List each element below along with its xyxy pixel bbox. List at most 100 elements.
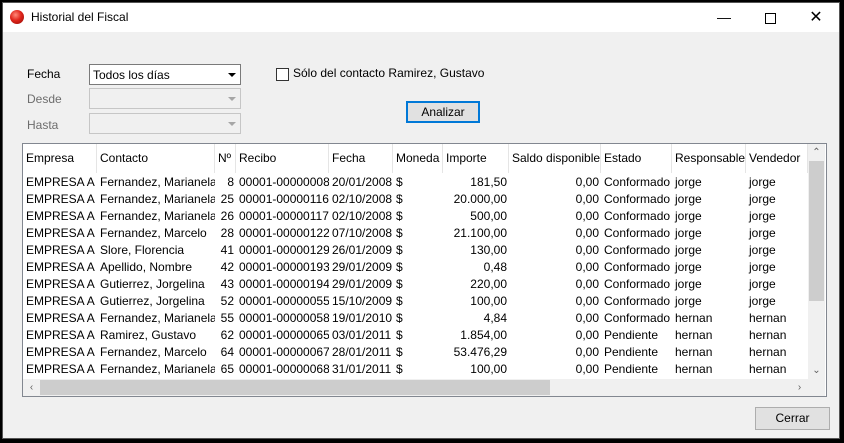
desde-date-picker[interactable] — [89, 88, 241, 109]
cell-moneda: $ — [396, 209, 403, 223]
table-row[interactable]: EMPRESA A Fernandez, Marianela 25 00001-000… — [23, 191, 808, 208]
cell-fecha: 19/01/2010 — [332, 311, 393, 325]
cell-saldo-disponible: 0,00 — [575, 345, 599, 359]
column-header-numero[interactable]: Nº — [215, 144, 236, 173]
vertical-scroll-thumb[interactable] — [809, 161, 824, 301]
red-ball-icon — [10, 10, 24, 24]
cell-contacto: Fernandez, Marianela — [100, 311, 215, 325]
cell-empresa: EMPRESA A — [26, 226, 95, 240]
cell-fecha: 29/01/2009 — [332, 260, 393, 274]
table-row[interactable]: EMPRESA A Gutierrez, Jorgelina 43 00001-000… — [23, 276, 808, 293]
window-title: Historial del Fiscal — [31, 10, 129, 24]
table-header: Empresa Contacto Nº Recibo Fecha Moneda Import… — [23, 144, 808, 173]
cerrar-button[interactable]: Cerrar — [755, 407, 830, 430]
cell-estado: Conformado — [604, 294, 671, 308]
cell-vendedor: jorge — [749, 294, 776, 308]
cell-importe: 0,48 — [483, 260, 507, 274]
cell-estado: Conformado — [604, 243, 671, 257]
column-header-saldo-disponible[interactable]: Saldo disponible — [509, 144, 601, 173]
cell-estado: Conformado — [604, 260, 671, 274]
contact-only-label[interactable]: Sólo del contacto Ramirez, Gustavo — [293, 66, 484, 80]
table-row[interactable]: EMPRESA A Fernandez, Marcelo 28 00001-00000… — [23, 225, 808, 242]
cell-importe: 21.100,00 — [453, 226, 507, 240]
cell-estado: Conformado — [604, 277, 671, 291]
fiscal-history-window: Historial del Fiscal — ✕ Fecha Todos los… — [2, 2, 840, 439]
cell-contacto: Apellido, Nombre — [100, 260, 193, 274]
scrollbar-corner — [808, 379, 825, 396]
cell-fecha: 26/01/2009 — [332, 243, 393, 257]
table-row[interactable]: EMPRESA A Fernandez, Marianela 55 00001-000… — [23, 310, 808, 327]
column-header-moneda[interactable]: Moneda — [393, 144, 443, 173]
cell-contacto: Gutierrez, Jorgelina — [100, 277, 205, 291]
table-row[interactable]: EMPRESA A Apellido, Nombre 42 00001-0000019… — [23, 259, 808, 276]
cell-numero: 26 — [220, 209, 234, 223]
cell-fecha: 31/01/2011 — [332, 362, 392, 376]
cell-contacto: Fernandez, Marcelo — [100, 226, 207, 240]
cell-importe: 100,00 — [470, 362, 507, 376]
cell-importe: 100,00 — [470, 294, 507, 308]
table-body: EMPRESA A Fernandez, Marianela 8 00001-0000… — [23, 174, 808, 378]
cell-empresa: EMPRESA A — [26, 209, 95, 223]
close-button[interactable]: ✕ — [793, 3, 839, 32]
cell-fecha: 02/10/2008 — [332, 209, 393, 223]
column-header-importe[interactable]: Importe — [443, 144, 509, 173]
column-header-contacto[interactable]: Contacto — [97, 144, 215, 173]
cell-estado: Conformado — [604, 226, 671, 240]
cell-saldo-disponible: 0,00 — [575, 192, 599, 206]
title-bar[interactable]: Historial del Fiscal — ✕ — [3, 3, 839, 32]
cell-fecha: 29/01/2009 — [332, 277, 393, 291]
column-header-responsable[interactable]: Responsable — [672, 144, 746, 173]
cell-vendedor: jorge — [749, 192, 776, 206]
column-header-vendedor[interactable]: Vendedor — [746, 144, 808, 173]
column-header-empresa[interactable]: Empresa — [23, 144, 97, 173]
history-table[interactable]: Empresa Contacto Nº Recibo Fecha Moneda Import… — [22, 143, 827, 397]
cell-moneda: $ — [396, 175, 403, 189]
scroll-up-icon[interactable]: ⌃ — [808, 144, 825, 161]
cell-recibo: 00001-00000117 — [239, 209, 329, 223]
cell-empresa: EMPRESA A — [26, 294, 95, 308]
horizontal-scrollbar[interactable]: ‹ › — [23, 379, 808, 396]
table-row[interactable]: EMPRESA A Slore, Florencia 41 00001-0000012… — [23, 242, 808, 259]
table-row[interactable]: EMPRESA A Fernandez, Marianela 26 00001-000… — [23, 208, 808, 225]
contact-only-checkbox[interactable] — [276, 68, 289, 81]
cell-saldo-disponible: 0,00 — [575, 226, 599, 240]
cell-contacto: Fernandez, Marianela — [100, 175, 215, 189]
cell-vendedor: jorge — [749, 175, 776, 189]
cell-recibo: 00001-00000068 — [239, 362, 329, 376]
analizar-button[interactable]: Analizar — [406, 101, 480, 123]
cell-fecha: 20/01/2008 — [332, 175, 393, 189]
table-row[interactable]: EMPRESA A Fernandez, Marianela 65 00001-000… — [23, 361, 808, 378]
cell-estado: Pendiente — [604, 362, 659, 376]
fecha-select[interactable]: Todos los días — [89, 64, 241, 85]
scroll-right-icon[interactable]: › — [791, 379, 808, 396]
cell-numero: 65 — [220, 362, 234, 376]
cell-contacto: Fernandez, Marianela — [100, 209, 215, 223]
hasta-date-picker[interactable] — [89, 113, 241, 134]
table-row[interactable]: EMPRESA A Fernandez, Marianela 8 00001-0000… — [23, 174, 808, 191]
table-row[interactable]: EMPRESA A Ramirez, Gustavo 62 00001-0000006… — [23, 327, 808, 344]
maximize-button[interactable] — [747, 3, 793, 32]
column-header-fecha[interactable]: Fecha — [329, 144, 393, 173]
cell-moneda: $ — [396, 226, 403, 240]
cell-empresa: EMPRESA A — [26, 345, 95, 359]
cell-moneda: $ — [396, 345, 403, 359]
cell-contacto: Slore, Florencia — [100, 243, 185, 257]
scroll-left-icon[interactable]: ‹ — [23, 379, 40, 396]
vertical-scrollbar[interactable]: ⌃ ⌄ — [808, 144, 825, 379]
cell-saldo-disponible: 0,00 — [575, 260, 599, 274]
table-row[interactable]: EMPRESA A Gutierrez, Jorgelina 52 00001-000… — [23, 293, 808, 310]
cell-saldo-disponible: 0,00 — [575, 209, 599, 223]
cell-saldo-disponible: 0,00 — [575, 175, 599, 189]
cell-numero: 8 — [227, 175, 234, 189]
minimize-button[interactable]: — — [701, 3, 747, 32]
horizontal-scroll-thumb[interactable] — [40, 380, 550, 395]
cell-importe: 53.476,29 — [453, 345, 507, 359]
table-row[interactable]: EMPRESA A Fernandez, Marcelo 64 00001-00000… — [23, 344, 808, 361]
column-header-estado[interactable]: Estado — [601, 144, 672, 173]
desde-label: Desde — [27, 92, 62, 106]
cell-saldo-disponible: 0,00 — [575, 328, 599, 342]
cell-saldo-disponible: 0,00 — [575, 294, 599, 308]
column-header-recibo[interactable]: Recibo — [236, 144, 329, 173]
cell-responsable: jorge — [675, 260, 702, 274]
scroll-down-icon[interactable]: ⌄ — [808, 362, 825, 379]
